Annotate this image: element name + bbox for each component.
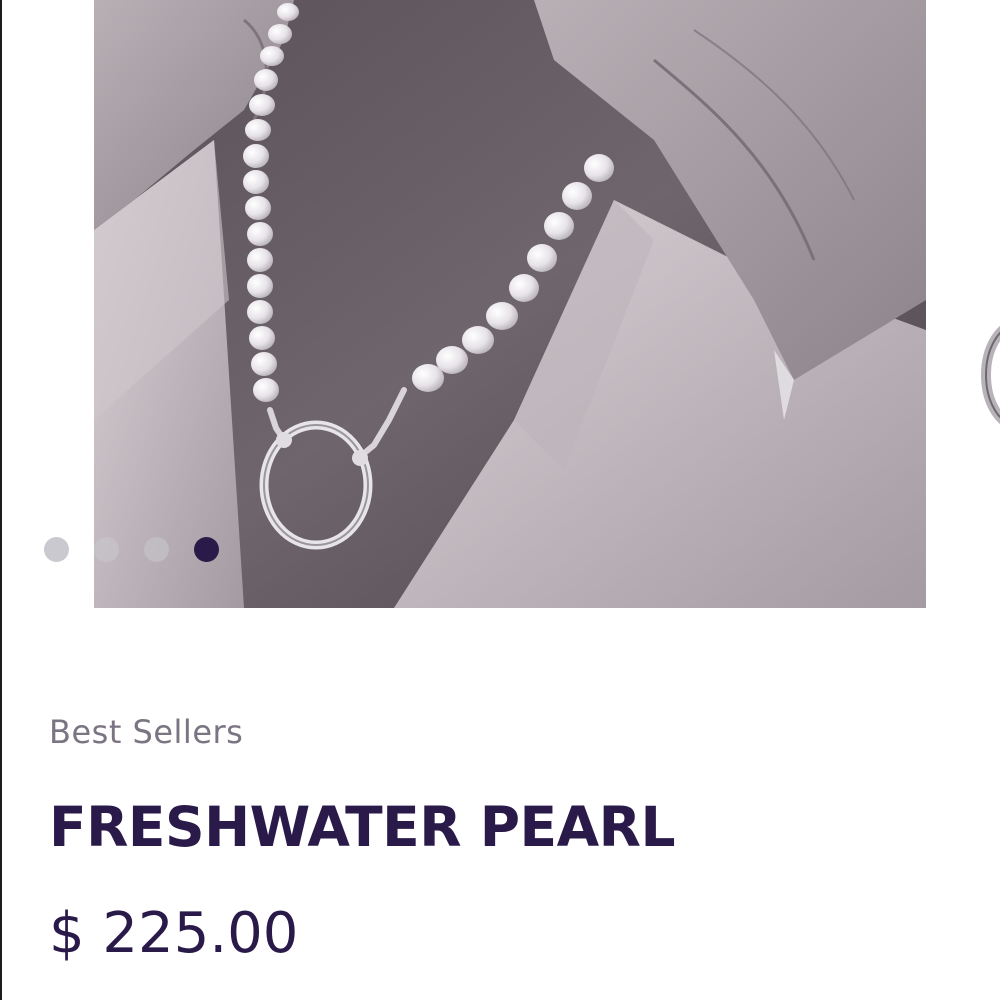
product-price: $ 225.00	[49, 901, 299, 966]
carousel-dot-4-active[interactable]	[194, 537, 219, 562]
product-title: FRESHWATER PEARL	[49, 795, 676, 859]
carousel-indicators	[44, 537, 219, 562]
carousel-dot-3[interactable]	[144, 537, 169, 562]
next-slide-peek[interactable]	[970, 300, 1000, 450]
carousel-dot-2[interactable]	[94, 537, 119, 562]
carousel-dot-1[interactable]	[44, 537, 69, 562]
product-category[interactable]: Best Sellers	[49, 713, 243, 751]
product-photo[interactable]	[94, 0, 926, 608]
product-image-carousel[interactable]	[0, 0, 1000, 608]
